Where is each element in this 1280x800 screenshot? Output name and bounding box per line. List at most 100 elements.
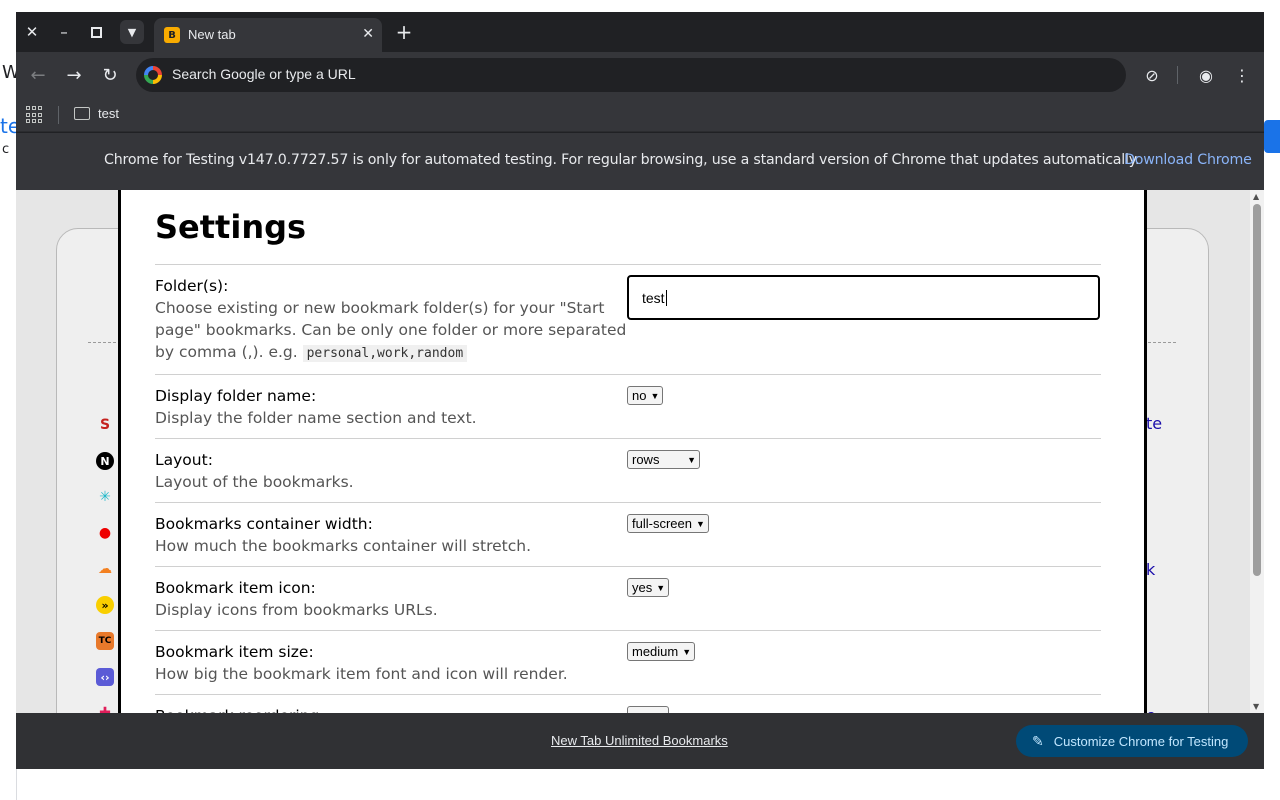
testing-infobar: Chrome for Testing v147.0.7727.57 is onl… <box>16 133 1264 190</box>
bg-bookmark-icon: » <box>96 596 114 614</box>
menu-button[interactable]: ⋮ <box>1230 63 1254 87</box>
maximize-icon <box>90 26 102 38</box>
browser-window: ✕ – ▼ B New tab ✕ + ← → ↻ Search Google … <box>16 12 1264 769</box>
page-content: S N ✳ ● ☁ » TC ‹› ✚ te k e Settings Fold… <box>16 190 1264 713</box>
setting-description: Display icons from bookmarks URLs. <box>155 601 438 619</box>
setting-description: Display the folder name section and text… <box>155 409 477 427</box>
close-icon: ✕ <box>362 26 374 42</box>
page-title: Settings <box>155 208 307 246</box>
toolbar: ← → ↻ Search Google or type a URL ⊘ ◉ ⋮ <box>16 52 1264 98</box>
puzzle-off-icon: ⊘ <box>1145 65 1159 85</box>
tab-strip: ✕ – ▼ B New tab ✕ + <box>16 12 1264 52</box>
container-width-select[interactable]: full-screen ▼ <box>627 514 709 533</box>
setting-row-item-icon: Bookmark item icon: Display icons from b… <box>155 566 1101 630</box>
bookmark-folder-label: test <box>98 106 119 121</box>
bg-link-fragment: k <box>1146 560 1156 579</box>
setting-label: Bookmarks container width: <box>155 515 373 533</box>
bookmark-folder-test[interactable]: test <box>74 106 119 121</box>
bookmarks-bar: test <box>16 98 1264 132</box>
back-button[interactable]: ← <box>26 63 50 87</box>
customize-chrome-button[interactable]: ✎ Customize Chrome for Testing <box>1016 725 1248 757</box>
setting-row-item-size: Bookmark item size: How big the bookmark… <box>155 630 1101 694</box>
bg-fragment-c: c <box>2 142 10 157</box>
setting-description: How big the bookmark item font and icon … <box>155 665 568 683</box>
folders-input[interactable]: test <box>627 275 1100 320</box>
setting-row-layout: Layout: Layout of the bookmarks. rows ▼ <box>155 438 1101 502</box>
folder-icon <box>74 107 90 120</box>
desktop-bottom-strip <box>16 769 1264 800</box>
scroll-down-icon[interactable]: ▼ <box>1253 702 1259 711</box>
layout-select[interactable]: rows ▼ <box>627 450 700 469</box>
page-scrollbar[interactable]: ▲ ▼ <box>1250 190 1264 713</box>
setting-description: Choose existing or new bookmark folder(s… <box>155 299 627 362</box>
arrow-left-icon: ← <box>30 64 46 86</box>
extension-footer-link[interactable]: New Tab Unlimited Bookmarks <box>551 733 728 748</box>
bookmarks-divider <box>58 106 59 124</box>
close-icon: ✕ <box>25 23 39 41</box>
tab-close-button[interactable]: ✕ <box>362 26 374 42</box>
setting-row-container-width: Bookmarks container width: How much the … <box>155 502 1101 566</box>
chevron-down-icon: ▼ <box>656 582 666 593</box>
settings-modal: Settings Folder(s): Choose existing or n… <box>118 190 1147 713</box>
forward-button[interactable]: → <box>62 63 86 87</box>
arrow-right-icon: → <box>66 64 82 86</box>
setting-row-display-folder-name: Display folder name: Display the folder … <box>155 374 1101 438</box>
item-size-select[interactable]: medium ▼ <box>627 642 696 661</box>
tab-title: New tab <box>188 27 236 42</box>
bg-link-fragment: e <box>1146 706 1156 713</box>
bg-link-fragment: te <box>1146 414 1163 433</box>
omnibox[interactable]: Search Google or type a URL <box>136 58 1126 92</box>
tab-favicon-icon: B <box>164 27 180 43</box>
extensions-button[interactable]: ⊘ <box>1140 63 1164 87</box>
setting-label: Bookmark reordering: <box>155 705 627 713</box>
setting-row-reordering: Bookmark reordering: yes▼ <box>155 694 1101 713</box>
profile-button[interactable]: ◉ <box>1194 63 1218 87</box>
bg-bookmark-icon: N <box>96 452 114 470</box>
infobar-message: Chrome for Testing v147.0.7727.57 is onl… <box>104 152 1140 168</box>
bg-bookmark-icon: ☁ <box>98 561 112 577</box>
item-icon-select[interactable]: yes ▼ <box>627 578 670 597</box>
customize-chrome-label: Customize Chrome for Testing <box>1053 733 1229 749</box>
more-vert-icon: ⋮ <box>1234 65 1250 85</box>
minimize-window-button[interactable]: – <box>48 20 80 44</box>
apps-grid-icon[interactable] <box>26 106 44 124</box>
chevron-down-icon: ▼ <box>650 390 660 401</box>
bg-bookmark-icon: TC <box>96 632 114 650</box>
ntp-footer: New Tab Unlimited Bookmarks ✎ Customize … <box>16 713 1264 769</box>
setting-description: Layout of the bookmarks. <box>155 473 354 491</box>
download-chrome-link[interactable]: Download Chrome <box>1124 152 1252 168</box>
maximize-window-button[interactable] <box>80 20 112 44</box>
bg-bookmark-icon: ‹› <box>96 668 114 686</box>
scroll-up-icon[interactable]: ▲ <box>1253 192 1259 201</box>
chevron-down-icon: ▼ <box>687 454 696 465</box>
bg-bookmark-icon: S <box>99 417 111 433</box>
desktop-right-strip <box>1264 12 1280 800</box>
setting-label: Layout: <box>155 451 213 469</box>
setting-row-folders: Folder(s): Choose existing or new bookma… <box>155 264 1101 374</box>
bg-bookmark-icon: ● <box>98 525 112 541</box>
pencil-icon: ✎ <box>1032 732 1044 749</box>
close-window-button[interactable]: ✕ <box>16 20 48 44</box>
text-caret <box>665 289 667 306</box>
display-folder-name-select[interactable]: no ▼ <box>627 386 664 405</box>
reload-button[interactable]: ↻ <box>98 63 122 87</box>
setting-label: Display folder name: <box>155 387 317 405</box>
setting-label: Folder(s): <box>155 277 229 295</box>
tab-search-button[interactable]: ▼ <box>120 20 144 44</box>
desktop-top-strip <box>0 0 1280 12</box>
example-code: personal,work,random <box>302 345 468 362</box>
setting-description: How much the bookmarks container will st… <box>155 537 531 555</box>
plus-icon: + <box>395 20 413 44</box>
tab-new-tab[interactable]: B New tab ✕ <box>154 18 382 52</box>
bg-bookmark-icon: ✚ <box>99 705 111 713</box>
chevron-down-icon: ▼ <box>682 646 692 657</box>
google-icon <box>144 66 162 84</box>
new-tab-button[interactable]: + <box>392 20 416 44</box>
minimize-icon: – <box>60 23 68 41</box>
bg-bookmark-icon: ✳ <box>99 489 111 505</box>
page-scrollbar-thumb[interactable] <box>1253 204 1261 576</box>
setting-label: Bookmark item size: <box>155 643 314 661</box>
reload-icon: ↻ <box>102 64 118 86</box>
desktop-left-strip: W te c <box>0 12 20 800</box>
reordering-select[interactable]: yes▼ <box>627 706 670 713</box>
